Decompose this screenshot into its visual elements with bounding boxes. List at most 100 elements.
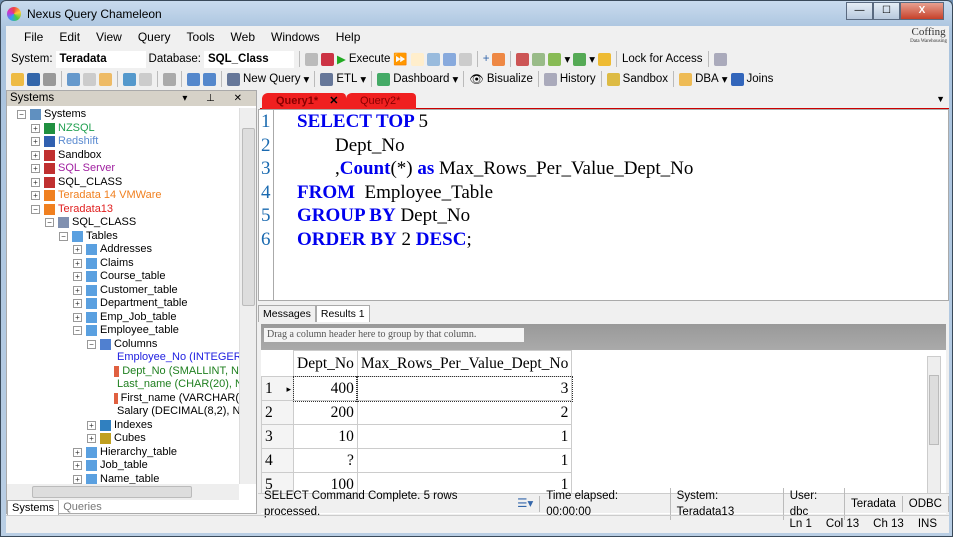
tree-item[interactable]: Last_name (CHAR(20), N (7, 378, 239, 392)
expand-toggle-icon[interactable]: + (73, 299, 82, 309)
grid-layout-icon[interactable]: ☰▾ (511, 495, 541, 512)
paste-icon[interactable] (99, 72, 112, 86)
system-select[interactable]: Teradata (55, 50, 146, 68)
joins-button[interactable]: Joins (747, 73, 774, 85)
tree-horizontal-scrollbar[interactable] (7, 484, 239, 500)
history-button[interactable]: History (560, 73, 596, 85)
expand-toggle-icon[interactable]: + (31, 191, 40, 201)
tree-item[interactable]: + Sandbox (7, 149, 239, 163)
expand-toggle-icon[interactable]: + (73, 272, 82, 282)
cell[interactable]: 10 (293, 424, 358, 449)
group-by-area[interactable]: Drag a column header here to group by th… (261, 324, 946, 350)
tree-item[interactable]: + Teradata 14 VMWare (7, 189, 239, 203)
cell[interactable]: 400 (292, 375, 359, 402)
tree-item[interactable]: − Teradata13 (7, 203, 239, 217)
tree-item[interactable]: + Redshift (7, 135, 239, 149)
save-icon[interactable] (27, 72, 40, 86)
expand-toggle-icon[interactable]: − (87, 339, 96, 349)
tree-item[interactable]: + Course_table (7, 270, 239, 284)
column-header-dept-no[interactable]: Dept_No (293, 350, 358, 377)
bisualize-button[interactable]: Bisualize (487, 73, 533, 85)
new-file-icon[interactable] (410, 52, 424, 66)
expand-toggle-icon[interactable]: + (31, 164, 40, 174)
copy-icon[interactable] (304, 52, 318, 66)
tree-item[interactable]: − SQL_CLASS (7, 216, 239, 230)
calculator-icon[interactable] (187, 72, 200, 86)
fast-forward-icon[interactable]: ⏩ (393, 52, 407, 66)
expand-toggle-icon[interactable]: − (73, 326, 82, 336)
tree-item[interactable]: Dept_No (SMALLINT, N (7, 365, 239, 379)
tree-item[interactable]: + SQL_CLASS (7, 176, 239, 190)
tab-results-1[interactable]: Results 1 (315, 305, 370, 322)
tab-queries[interactable]: Queries (59, 500, 106, 516)
menu-web[interactable]: Web (223, 29, 263, 46)
arrow-icon[interactable] (573, 52, 587, 66)
tree-item[interactable]: + SQL Server (7, 162, 239, 176)
expand-toggle-icon[interactable]: + (73, 447, 82, 457)
sandbox-button[interactable]: Sandbox (623, 73, 668, 85)
expand-toggle-icon[interactable]: + (73, 258, 82, 268)
tree-item[interactable]: + Cubes (7, 432, 239, 446)
tree-item[interactable]: + NZSQL (7, 122, 239, 136)
cell[interactable]: 1 (356, 448, 573, 473)
stop-icon[interactable] (320, 52, 334, 66)
db-up-icon[interactable] (532, 52, 546, 66)
tree-item[interactable]: + Indexes (7, 419, 239, 433)
close-button[interactable]: X (900, 2, 944, 20)
copy-icon[interactable] (83, 72, 96, 86)
square-icon[interactable] (458, 52, 472, 66)
expand-toggle-icon[interactable]: + (73, 312, 82, 322)
new-query-button[interactable]: New Query (243, 73, 301, 85)
grid-vertical-scrollbar[interactable] (927, 356, 941, 506)
table-row[interactable]: 3 10 1 (261, 424, 573, 449)
cell[interactable]: 2 (356, 400, 573, 425)
tab-query1[interactable]: Query1* ✕ (262, 93, 346, 109)
database-select[interactable]: SQL_Class (203, 50, 294, 68)
tree-vertical-scrollbar[interactable] (239, 108, 256, 484)
tree-item[interactable]: Employee_No (INTEGER (7, 351, 239, 365)
tag-icon[interactable] (492, 52, 506, 66)
cut-icon[interactable] (67, 72, 80, 86)
dashboard-button[interactable]: Dashboard (393, 73, 449, 85)
tree-item[interactable]: − Tables (7, 230, 239, 244)
tree-item[interactable]: Salary (DECIMAL(8,2), N (7, 405, 239, 419)
cell[interactable]: ? (293, 448, 358, 473)
expand-toggle-icon[interactable]: − (45, 218, 54, 228)
tabs-dropdown-icon[interactable]: ▼ (936, 94, 945, 104)
print-icon[interactable] (43, 72, 56, 86)
expand-toggle-icon[interactable]: + (31, 137, 40, 147)
expand-toggle-icon[interactable]: + (31, 123, 40, 133)
expand-toggle-icon[interactable]: + (73, 245, 82, 255)
tree-item[interactable]: First_name (VARCHAR( (7, 392, 239, 406)
tree-item[interactable]: − Systems (7, 108, 239, 122)
plus-icon[interactable]: + (483, 53, 490, 65)
etl-button[interactable]: ETL (336, 73, 357, 85)
menu-view[interactable]: View (88, 29, 130, 46)
help-icon[interactable] (713, 52, 727, 66)
column-header-max-rows[interactable]: Max_Rows_Per_Value_Dept_No (356, 350, 573, 377)
undo-icon[interactable] (123, 72, 136, 86)
execute-button[interactable]: Execute (349, 53, 391, 65)
tree-item[interactable]: + Name_table (7, 473, 239, 484)
db-down-icon[interactable] (516, 52, 530, 66)
expand-toggle-icon[interactable]: − (17, 110, 26, 120)
close-tab-icon[interactable]: ✕ (329, 95, 338, 107)
expand-toggle-icon[interactable]: + (87, 420, 96, 430)
table-row[interactable]: 2 200 2 (261, 400, 573, 425)
expand-toggle-icon[interactable]: + (73, 461, 82, 471)
tree-item[interactable]: + Department_table (7, 297, 239, 311)
menu-tools[interactable]: Tools (179, 29, 223, 46)
tree-item[interactable]: + Job_table (7, 459, 239, 473)
menu-edit[interactable]: Edit (51, 29, 88, 46)
expand-toggle-icon[interactable]: + (73, 285, 82, 295)
search-icon[interactable] (426, 52, 440, 66)
expand-toggle-icon[interactable]: + (31, 150, 40, 160)
lock-for-access-button[interactable]: Lock for Access (622, 53, 703, 65)
star-icon[interactable] (598, 52, 612, 66)
tree-item[interactable]: + Hierarchy_table (7, 446, 239, 460)
minimize-button[interactable]: — (846, 2, 873, 20)
expand-toggle-icon[interactable]: − (31, 204, 40, 214)
table-row[interactable]: 4? 1 (261, 448, 573, 473)
tree-item[interactable]: − Columns (7, 338, 239, 352)
glasses-icon[interactable] (163, 72, 176, 86)
